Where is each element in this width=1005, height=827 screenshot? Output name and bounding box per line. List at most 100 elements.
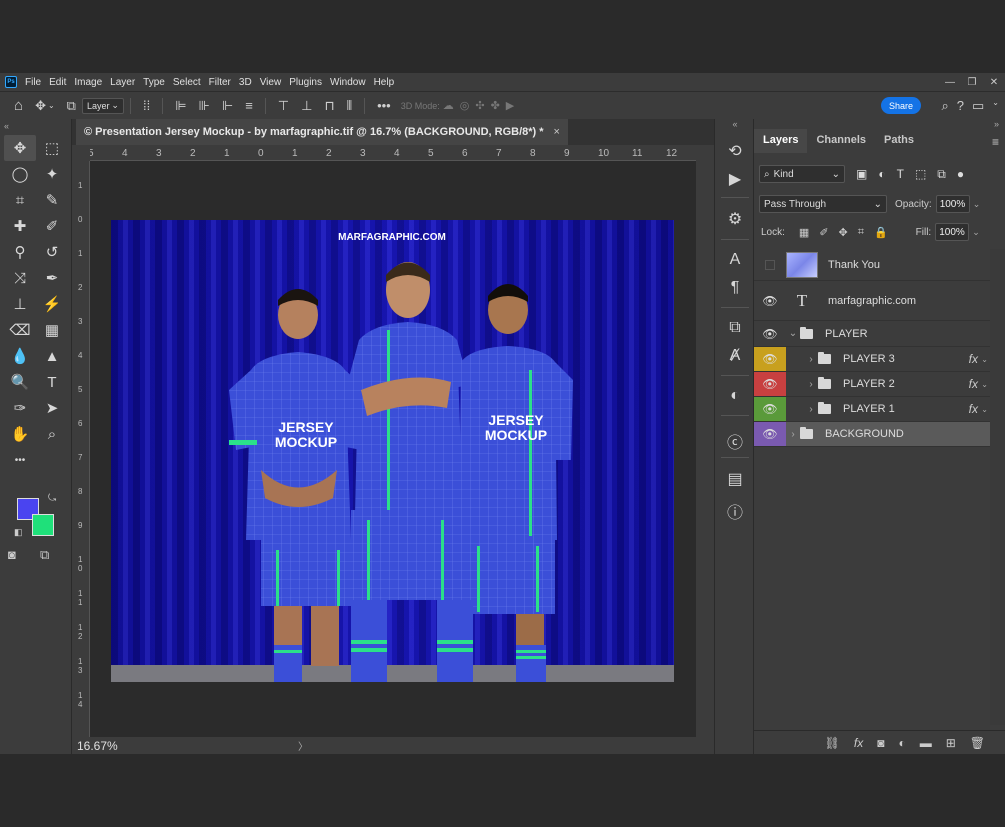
- chevron-down-icon[interactable]: ⌄: [973, 199, 981, 210]
- close-icon[interactable]: ×: [554, 126, 560, 138]
- eye-icon[interactable]: 👁: [754, 397, 786, 421]
- filter-adjustment-icon[interactable]: ◐: [878, 167, 885, 181]
- vertical-ruler[interactable]: 101234567891 01 11 21 31 4: [72, 161, 90, 737]
- crop-tool-icon[interactable]: ⌗: [4, 187, 36, 213]
- menu-select[interactable]: Select: [173, 77, 201, 88]
- distribute-vertical-icon[interactable]: ⫴: [347, 98, 352, 114]
- tab-channels[interactable]: Channels: [807, 129, 875, 153]
- menu-plugins[interactable]: Plugins: [289, 77, 322, 88]
- zoom-level[interactable]: 16.67%: [77, 739, 298, 753]
- canvas-workspace[interactable]: MARFAGRAPHIC.COM JERSEY MOCKUP JERSEY MO…: [90, 161, 696, 737]
- eye-icon[interactable]: 👁: [754, 422, 786, 446]
- brush-tool-icon[interactable]: ✐: [36, 213, 68, 239]
- chevron-down-icon[interactable]: ⌄: [48, 101, 55, 110]
- screen-mode-icon[interactable]: ⧉: [40, 547, 49, 563]
- more-options-icon[interactable]: •••: [377, 98, 391, 113]
- more-tools-icon[interactable]: •••: [4, 447, 36, 473]
- align-top-icon[interactable]: ⊤: [278, 98, 289, 114]
- eye-icon[interactable]: 👁: [754, 372, 786, 396]
- eye-icon[interactable]: 👁: [754, 347, 786, 371]
- transform-controls-icon[interactable]: ⁞⁞: [143, 98, 150, 113]
- new-layer-icon[interactable]: ⊞: [946, 736, 956, 750]
- home-icon[interactable]: ⌂: [14, 97, 23, 114]
- lock-all-icon[interactable]: 🔒: [874, 226, 888, 239]
- adjustments-icon[interactable]: ◐: [724, 387, 746, 405]
- layers-scrollbar[interactable]: [990, 249, 1005, 725]
- collapse-toolbar-icon[interactable]: «: [0, 119, 71, 133]
- menu-file[interactable]: File: [25, 77, 41, 88]
- layer-row-thank-you[interactable]: Thank You: [754, 249, 990, 281]
- chevron-right-icon[interactable]: ›: [804, 404, 818, 415]
- menu-edit[interactable]: Edit: [49, 77, 66, 88]
- blur-tool-icon[interactable]: 💧: [4, 343, 36, 369]
- layer-row-marfagraphic[interactable]: 👁 T marfagraphic.com: [754, 281, 990, 321]
- distribute-icon[interactable]: ≡: [245, 98, 253, 113]
- lasso-tool-icon[interactable]: ◯: [4, 161, 36, 187]
- history-icon[interactable]: ⟲: [724, 141, 746, 161]
- delete-layer-icon[interactable]: 🗑: [970, 736, 985, 750]
- share-button[interactable]: Share: [881, 97, 921, 114]
- document-tab[interactable]: © Presentation Jersey Mockup - by marfag…: [76, 119, 568, 145]
- chevron-down-icon[interactable]: ⌄: [981, 380, 988, 389]
- eyedropper-tool-icon[interactable]: ✎: [36, 187, 68, 213]
- visibility-toggle-empty[interactable]: [754, 249, 786, 280]
- auto-select-target-select[interactable]: Layer ⌄: [81, 97, 124, 114]
- filter-pixel-icon[interactable]: ▣: [856, 167, 867, 181]
- layer-row-background[interactable]: 👁 › BACKGROUND: [754, 422, 990, 447]
- character-icon[interactable]: A: [724, 251, 746, 269]
- menu-3d[interactable]: 3D: [239, 77, 252, 88]
- auto-select-icon[interactable]: ⧉: [67, 98, 76, 114]
- stamp-tool-icon[interactable]: ⊥: [4, 291, 36, 317]
- paragraph-icon[interactable]: ¶: [724, 279, 746, 297]
- lock-position-icon[interactable]: ✥: [839, 226, 848, 239]
- align-middle-icon[interactable]: ⊥: [301, 98, 312, 114]
- add-mask-icon[interactable]: ◙: [877, 736, 884, 750]
- creative-cloud-icon[interactable]: ⓒ: [724, 429, 746, 453]
- workspace-icon[interactable]: ▭: [972, 98, 984, 114]
- menu-window[interactable]: Window: [330, 77, 366, 88]
- move-tool-preset-icon[interactable]: ✥: [35, 98, 46, 114]
- lock-image-icon[interactable]: ✐: [819, 226, 828, 239]
- clone-stamp-tool-icon[interactable]: ⚲: [4, 239, 36, 265]
- align-bottom-icon[interactable]: ⊓: [324, 98, 334, 114]
- align-left-icon[interactable]: ⊫: [175, 98, 186, 114]
- add-layer-style-icon[interactable]: fx: [854, 736, 863, 750]
- vertical-scrollbar[interactable]: [696, 145, 714, 737]
- collapse-panel-icon[interactable]: »: [994, 119, 999, 129]
- minimize-icon[interactable]: —: [939, 77, 961, 88]
- pen-tool-icon[interactable]: ✑: [4, 395, 36, 421]
- eraser-tool-icon[interactable]: ⌫: [4, 317, 36, 343]
- search-icon[interactable]: ⌕: [941, 98, 948, 114]
- close-window-icon[interactable]: ✕: [983, 77, 1005, 88]
- layer-row-player-3[interactable]: 👁 › PLAYER 3 fx ⌄: [754, 347, 990, 372]
- collapse-strip-icon[interactable]: «: [724, 119, 746, 129]
- quick-mask-icon[interactable]: ◙: [8, 547, 16, 562]
- menu-layer[interactable]: Layer: [110, 77, 135, 88]
- chevron-right-icon[interactable]: ›: [804, 379, 818, 390]
- panel-menu-icon[interactable]: ≡: [992, 135, 999, 149]
- lock-artboard-icon[interactable]: ⌗: [858, 226, 864, 239]
- chevron-down-icon[interactable]: ⌄: [981, 405, 988, 414]
- filter-type-icon[interactable]: T: [897, 167, 904, 181]
- tab-layers[interactable]: Layers: [754, 129, 808, 153]
- filter-smart-object-icon[interactable]: ⧉: [937, 167, 946, 182]
- info-icon[interactable]: ⓘ: [724, 499, 746, 523]
- lock-transparency-icon[interactable]: ▦: [799, 226, 809, 239]
- restore-icon[interactable]: ❐: [961, 77, 983, 88]
- gradient-tool-icon[interactable]: ▦: [36, 317, 68, 343]
- chevron-right-icon[interactable]: 〉: [298, 738, 308, 753]
- actions-play-icon[interactable]: ▶: [724, 169, 746, 189]
- history-brush-tool-icon[interactable]: ↺: [36, 239, 68, 265]
- filter-kind-select[interactable]: ⌕ Kind ⌄: [759, 165, 845, 183]
- magic-wand-tool-icon[interactable]: ✦: [36, 161, 68, 187]
- path-selection-tool-icon[interactable]: ➤: [36, 395, 68, 421]
- layer-row-player-group[interactable]: 👁 ⌄ PLAYER: [754, 321, 990, 347]
- eye-icon[interactable]: 👁: [754, 321, 786, 346]
- document-canvas[interactable]: MARFAGRAPHIC.COM JERSEY MOCKUP JERSEY MO…: [111, 220, 674, 682]
- properties-icon[interactable]: ⚙: [724, 209, 746, 229]
- chevron-down-icon[interactable]: ⌄: [981, 355, 988, 364]
- new-adjustment-layer-icon[interactable]: ◐: [898, 736, 905, 750]
- new-group-icon[interactable]: ▬: [920, 736, 932, 750]
- brush-alt-tool-icon[interactable]: ✒: [36, 265, 68, 291]
- horizontal-ruler[interactable]: 543210123456789101112: [90, 145, 696, 161]
